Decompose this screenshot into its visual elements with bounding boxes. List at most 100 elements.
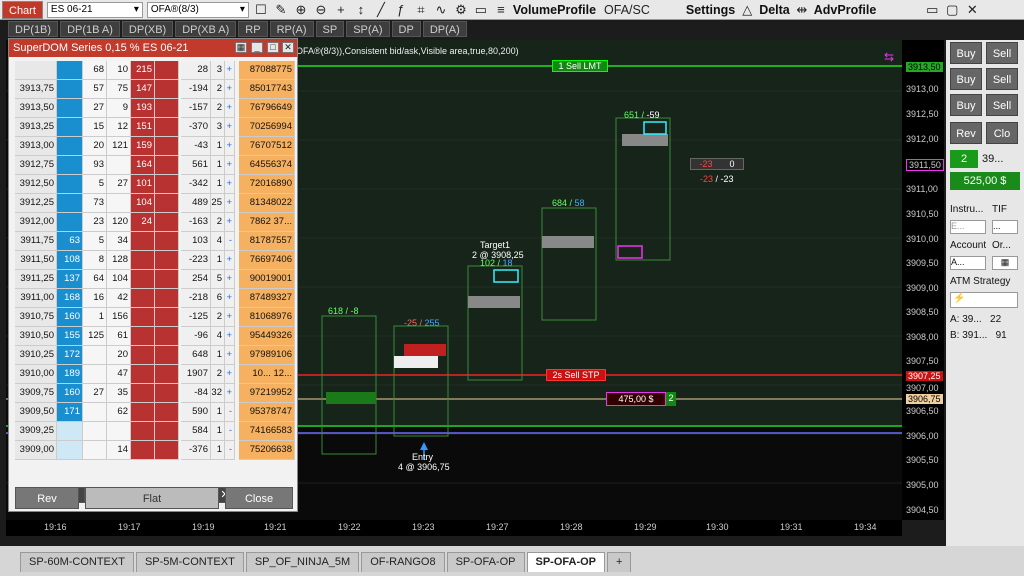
close-icon[interactable]: ✕ — [282, 42, 294, 53]
templates-icon[interactable]: ▭ — [473, 2, 489, 18]
minimize-icon[interactable]: _ — [251, 42, 263, 53]
maximize-icon[interactable]: □ — [267, 42, 279, 53]
zoom-out-icon[interactable]: ⊖ — [313, 2, 329, 18]
dom-cell-c[interactable]: 159 — [131, 137, 155, 156]
instrument-select[interactable]: ES 06-21 ▾ — [46, 1, 143, 18]
ofa-sc-button[interactable]: OFA/SC — [604, 3, 650, 17]
dom-cell-c[interactable] — [131, 251, 155, 270]
dom-cell-bid[interactable] — [57, 175, 83, 194]
dom-cell-bid[interactable]: 160 — [57, 384, 83, 403]
dom-row[interactable]: 3913,75 57 75 147 -194 2 +85017743 — [15, 80, 295, 99]
dom-row[interactable]: 3909,25 584 1-74166583 — [15, 422, 295, 441]
sell-button[interactable]: Sell — [986, 94, 1018, 116]
dom-cell-bid[interactable]: 171 — [57, 403, 83, 422]
dom-row[interactable]: 3911,50 108 8 128 -223 1 +76697406 — [15, 251, 295, 270]
dom-row[interactable]: 3912,00 23 120 24 -163 2 +7862 37... — [15, 213, 295, 232]
dom-cell-bid[interactable]: 160 — [57, 308, 83, 327]
dom-row[interactable]: 3911,75 63 5 34 103 4-81787557 — [15, 232, 295, 251]
dom-cell-c[interactable] — [131, 384, 155, 403]
tab-sp-5m-context[interactable]: SP-5M-CONTEXT — [135, 552, 244, 572]
dom-row[interactable]: 3912,75 93 164 561 1 +64556374 — [15, 156, 295, 175]
tab-dp-1b[interactable]: DP(1B) — [8, 21, 59, 37]
buy-button[interactable]: Buy — [950, 94, 982, 116]
delta-button[interactable]: Delta — [759, 3, 790, 17]
dom-cell-c[interactable]: 151 — [131, 118, 155, 137]
atm-strategy-select[interactable]: ⚡ — [950, 292, 1018, 308]
dom-cell-c[interactable]: 164 — [131, 156, 155, 175]
scroll-icon[interactable]: ↕ — [353, 2, 369, 18]
dom-cell-c[interactable] — [131, 327, 155, 346]
dom-row[interactable]: 3910,25 172 20 648 1 +97989106 — [15, 346, 295, 365]
dom-cell-bid[interactable]: 137 — [57, 270, 83, 289]
minimize-icon[interactable]: ▭ — [924, 2, 940, 18]
sell-button[interactable]: Sell — [986, 68, 1018, 90]
dom-cell-c[interactable]: 24 — [131, 213, 155, 232]
reverse-button[interactable]: Rev — [950, 122, 982, 144]
dom-cell-c[interactable] — [131, 346, 155, 365]
tab-sp-a[interactable]: SP(A) — [346, 21, 390, 37]
dom-cell-c[interactable] — [131, 422, 155, 441]
dom-cell-c[interactable] — [131, 441, 155, 460]
account-select[interactable]: A... — [950, 256, 986, 270]
dom-row[interactable]: 3911,25 137 64 104 254 5 +90019001 — [15, 270, 295, 289]
tab-sp-ofa-op-active[interactable]: SP-OFA-OP — [526, 552, 606, 572]
dom-cell-c[interactable] — [131, 232, 155, 251]
dom-cell-bid[interactable]: 155 — [57, 327, 83, 346]
pencil-icon[interactable]: ✎ — [273, 2, 289, 18]
sell-button[interactable]: Sell — [986, 42, 1018, 64]
dom-row[interactable]: 3909,75 160 27 35 -84 32 +97219952 — [15, 384, 295, 403]
dom-cell-c[interactable]: 104 — [131, 194, 155, 213]
calculator-icon[interactable]: ▦ — [992, 256, 1018, 270]
maximize-icon[interactable]: ▢ — [944, 2, 960, 18]
properties-icon[interactable]: ⚙ — [453, 2, 469, 18]
dom-cell-c[interactable] — [131, 403, 155, 422]
dom-cell-bid[interactable] — [57, 213, 83, 232]
dom-row[interactable]: 3913,25 15 12 151 -370 3 +70256994 — [15, 118, 295, 137]
instrument-select[interactable]: E... — [950, 220, 986, 234]
dom-cell-bid[interactable]: 189 — [57, 365, 83, 384]
dom-cell-bid[interactable]: 63 — [57, 232, 83, 251]
tab-dp-xb[interactable]: DP(XB) — [121, 21, 174, 37]
dom-row[interactable]: 3912,25 73 104 489 25 +81348022 — [15, 194, 295, 213]
tab-sp[interactable]: SP — [315, 21, 345, 37]
dom-row[interactable]: 3912,50 5 27 101 -342 1 +72016890 — [15, 175, 295, 194]
dom-cell-bid[interactable] — [57, 137, 83, 156]
dom-cell-c[interactable] — [131, 289, 155, 308]
dom-cell-c[interactable]: 101 — [131, 175, 155, 194]
price-axis[interactable]: 3913,50 3913,00 3912,50 3912,00 3911,50 … — [902, 40, 944, 520]
dom-cell-bid[interactable] — [57, 99, 83, 118]
tab-dp-a[interactable]: DP(A) — [422, 21, 467, 37]
rev-button[interactable]: Rev — [15, 487, 79, 509]
chart-menu-button[interactable]: Chart — [2, 0, 43, 19]
close-button[interactable]: Close — [225, 487, 293, 509]
flat-button[interactable]: Flat — [85, 487, 219, 509]
dom-cell-c[interactable] — [131, 365, 155, 384]
dom-cell-c[interactable]: 215 — [131, 61, 155, 80]
dom-row[interactable]: 3910,75 160 1 156 -125 2 +81068976 — [15, 308, 295, 327]
dom-cell-bid[interactable] — [57, 61, 83, 80]
buy-button[interactable]: Buy — [950, 42, 982, 64]
time-axis[interactable]: 19:16 19:17 19:19 19:21 19:22 19:23 19:2… — [6, 520, 902, 536]
tab-of-rango8[interactable]: OF-RANGO8 — [361, 552, 445, 572]
dom-cell-bid[interactable] — [57, 422, 83, 441]
dom-cell-bid[interactable] — [57, 194, 83, 213]
tab-dp-1b-a[interactable]: DP(1B A) — [60, 21, 120, 37]
zoom-in-icon[interactable]: ⊕ — [293, 2, 309, 18]
drawing-tools-icon[interactable]: ╱ — [373, 2, 389, 18]
dom-cell-bid[interactable]: 168 — [57, 289, 83, 308]
tab-sp-ofa-op[interactable]: SP-OFA-OP — [446, 552, 525, 572]
dom-cell-c[interactable] — [131, 270, 155, 289]
order-marker-icon[interactable]: ⇆ — [884, 50, 894, 64]
indicator-select[interactable]: OFA®(8/3) ▾ — [146, 1, 249, 18]
dom-cell-c[interactable]: 147 — [131, 80, 155, 99]
adv-profile-button[interactable]: AdvProfile — [814, 3, 877, 17]
dom-cell-c[interactable] — [131, 308, 155, 327]
dom-row[interactable]: 3913,50 27 9 193 -157 2 +76796649 — [15, 99, 295, 118]
close-position-button[interactable]: Clo — [986, 122, 1018, 144]
dom-cell-bid[interactable]: 108 — [57, 251, 83, 270]
indicators-icon[interactable]: ƒ — [393, 2, 409, 18]
strategies-icon[interactable]: ⌗ — [413, 2, 429, 18]
dom-cell-bid[interactable] — [57, 156, 83, 175]
dom-row[interactable]: 3911,00 168 16 42 -218 6 +87489327 — [15, 289, 295, 308]
dom-cell-bid[interactable] — [57, 80, 83, 99]
